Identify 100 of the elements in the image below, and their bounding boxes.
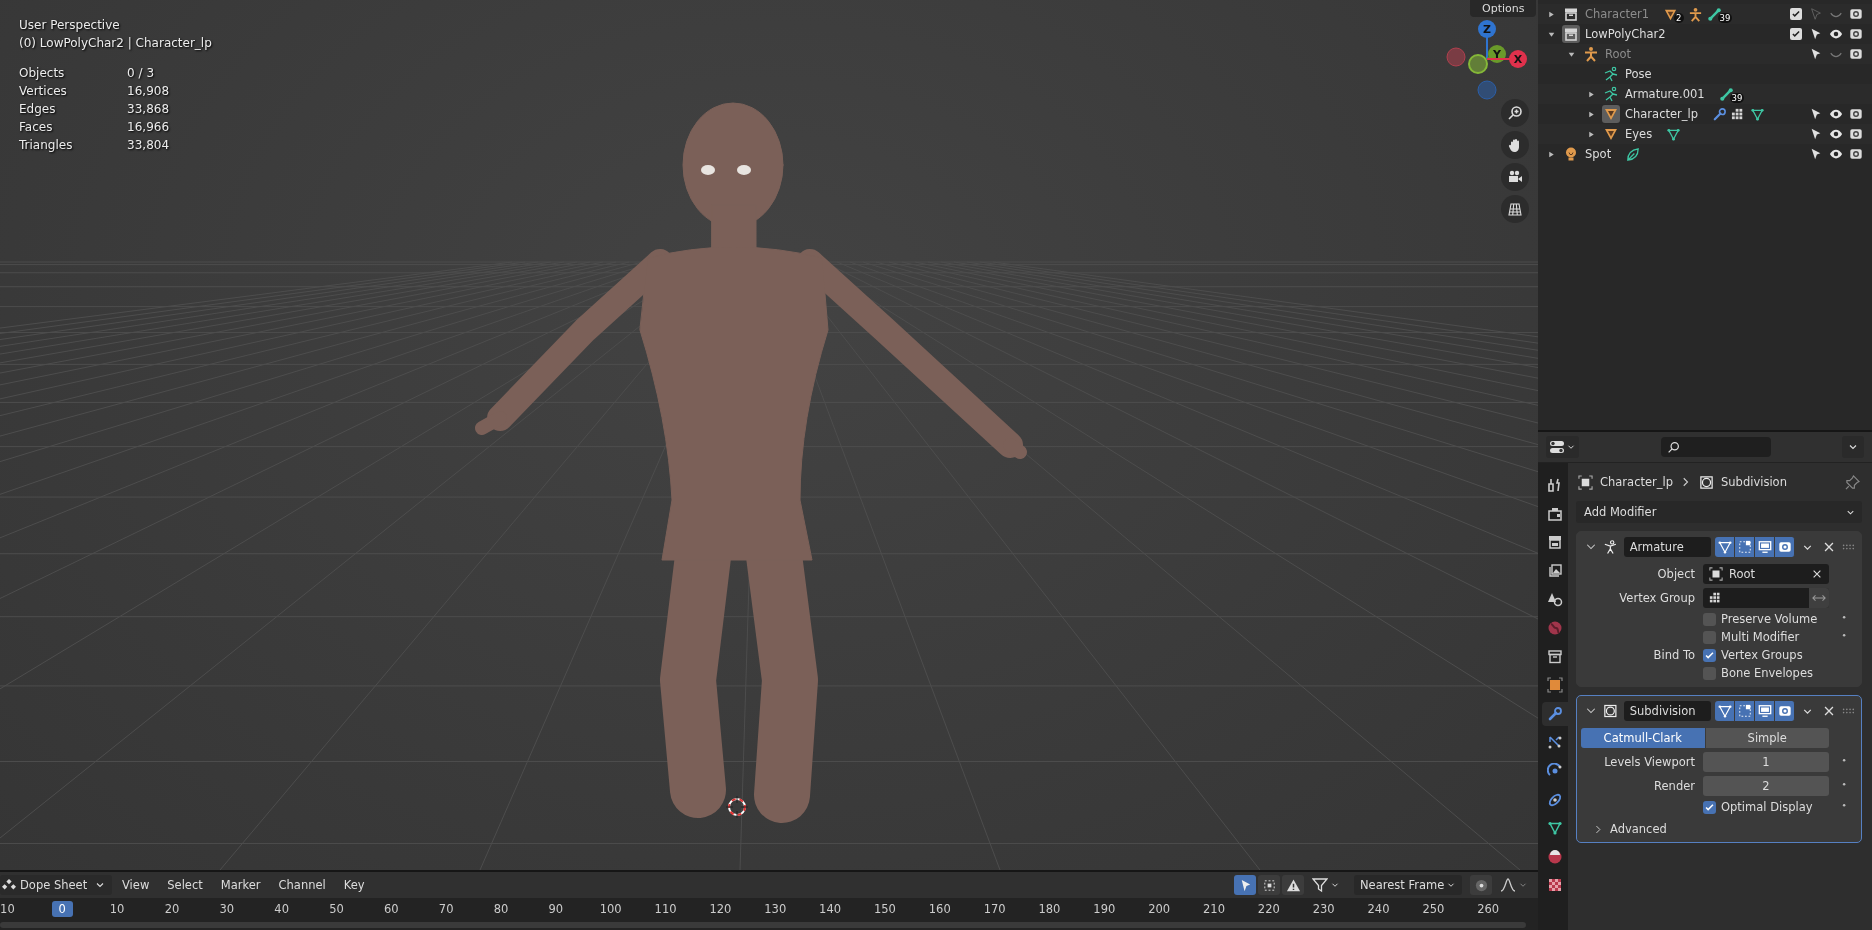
checkbox[interactable] xyxy=(1703,630,1716,644)
camera-icon[interactable] xyxy=(1849,27,1863,41)
camera-icon[interactable] xyxy=(1849,107,1863,121)
viewport-toggle[interactable] xyxy=(1755,537,1776,557)
checkbox[interactable] xyxy=(1790,28,1802,40)
on-cage-toggle[interactable] xyxy=(1715,537,1736,557)
camera-icon[interactable] xyxy=(1849,127,1863,141)
particles-icon xyxy=(1547,734,1563,751)
box-icon[interactable] xyxy=(1562,25,1580,43)
show-hidden-toggle[interactable] xyxy=(1258,875,1280,895)
eye-icon[interactable] xyxy=(1829,127,1843,141)
camera-icon[interactable] xyxy=(1849,47,1863,61)
subpanel-header[interactable]: Advanced xyxy=(1583,818,1667,836)
object-field[interactable]: Root xyxy=(1703,564,1829,584)
only-selected-toggle[interactable] xyxy=(1234,875,1256,895)
sphere-icon xyxy=(1547,848,1563,865)
proportional-edit-toggle[interactable] xyxy=(1470,875,1492,895)
triangle-outline-icon xyxy=(1750,106,1766,122)
segmented-option[interactable]: Simple xyxy=(1705,728,1829,748)
camera-icon[interactable] xyxy=(1849,7,1863,21)
viewport-toggle[interactable] xyxy=(1755,701,1776,721)
camera-view-button[interactable] xyxy=(1501,163,1529,191)
axis-handle[interactable]: Y xyxy=(1486,45,1506,63)
checker-icon xyxy=(1547,877,1563,894)
checkbox[interactable] xyxy=(1703,612,1716,626)
checkbox[interactable] xyxy=(1703,648,1716,662)
outliner-item-label[interactable]: Root xyxy=(1605,47,1632,61)
render-toggle[interactable] xyxy=(1775,701,1796,721)
outliner-item-label[interactable]: Eyes xyxy=(1625,127,1653,141)
segmented-option[interactable]: Catmull-Clark xyxy=(1581,728,1706,748)
edit-mode-toggle[interactable] xyxy=(1735,701,1756,721)
snap-dropdown[interactable]: Nearest Frame xyxy=(1354,875,1462,895)
checkbox[interactable] xyxy=(1703,800,1716,814)
checkbox-label[interactable]: Multi Modifier xyxy=(1721,630,1800,644)
render-toggle[interactable] xyxy=(1775,537,1796,557)
modifier-name-field[interactable]: Subdivision xyxy=(1623,701,1712,721)
diamond-keys-icon xyxy=(2,878,16,892)
3d-cursor-icon[interactable] xyxy=(725,795,749,819)
number-field[interactable]: 2 xyxy=(1703,776,1829,796)
frame-number: 10 xyxy=(108,901,126,917)
eye-icon[interactable] xyxy=(1829,107,1843,121)
frame-number: 50 xyxy=(328,901,345,917)
warning-icon xyxy=(1285,877,1301,893)
current-frame-indicator[interactable]: 0 xyxy=(51,901,73,917)
negative-axis-handle[interactable] xyxy=(1477,80,1497,100)
menu-item[interactable]: Channel xyxy=(270,875,334,895)
options-dropdown[interactable] xyxy=(1842,436,1864,458)
only-errors-toggle[interactable] xyxy=(1282,875,1304,895)
triangle-right-icon[interactable] xyxy=(1546,9,1556,19)
triangle-right-icon[interactable] xyxy=(1546,149,1556,159)
zoom-button[interactable] xyxy=(1501,99,1529,127)
frame-number: 20 xyxy=(163,901,181,917)
triangle-right-icon[interactable] xyxy=(1586,89,1596,99)
modifiers-tab[interactable] xyxy=(1542,701,1568,726)
add-modifier-dropdown[interactable]: Add Modifier xyxy=(1576,501,1862,523)
running-figure-icon[interactable] xyxy=(1602,65,1620,83)
perspective-toggle-button[interactable] xyxy=(1501,195,1529,223)
pin-button[interactable] xyxy=(1843,474,1862,490)
checkbox[interactable] xyxy=(1790,8,1802,20)
outliner-item-label[interactable]: Character1 xyxy=(1585,7,1650,21)
checkbox-label[interactable]: Vertex Groups xyxy=(1721,648,1803,662)
number-field[interactable]: 1 xyxy=(1703,752,1829,772)
checkbox-label[interactable]: Bone Envelopes xyxy=(1721,666,1813,680)
menu-item[interactable]: View xyxy=(114,875,158,895)
wrench-icon xyxy=(1712,106,1728,122)
eye-icon[interactable] xyxy=(1829,147,1843,161)
menu-item[interactable]: Marker xyxy=(212,875,269,895)
menu-item[interactable]: Select xyxy=(159,875,211,895)
pan-button[interactable] xyxy=(1501,131,1529,159)
edit-mode-toggle[interactable] xyxy=(1735,537,1756,557)
triangle-outline-icon xyxy=(1547,820,1563,837)
running-figure-icon[interactable] xyxy=(1602,85,1620,103)
outliner-item-label[interactable]: Pose xyxy=(1625,67,1652,81)
on-cage-toggle[interactable] xyxy=(1715,701,1736,721)
negative-axis-handle[interactable] xyxy=(1446,47,1466,67)
camera-icon[interactable] xyxy=(1849,147,1863,161)
checkmark-icon xyxy=(1704,649,1715,661)
modifier-name-field[interactable]: Armature xyxy=(1623,537,1712,557)
negative-axis-handle[interactable] xyxy=(1468,54,1488,74)
target-circle-icon xyxy=(1473,877,1489,893)
editor-type-dropdown[interactable]: Dope Sheet xyxy=(0,875,112,895)
menu-item[interactable]: Key xyxy=(335,875,373,895)
outliner-item-label[interactable]: Spot xyxy=(1585,147,1612,161)
outliner-item-label[interactable]: Armature.001 xyxy=(1625,87,1705,101)
triangle-right-icon[interactable] xyxy=(1586,109,1596,119)
options-button[interactable]: Options xyxy=(1470,0,1537,17)
stick-figure-icon[interactable] xyxy=(1582,45,1600,63)
dashed-square-icon xyxy=(1737,540,1752,554)
outliner-item-label[interactable]: LowPolyChar2 xyxy=(1585,27,1666,41)
eye-icon[interactable] xyxy=(1829,27,1843,41)
outliner-item-label[interactable]: Character_lp xyxy=(1625,107,1699,121)
checkbox-label[interactable]: Optimal Display xyxy=(1721,800,1813,814)
editor-type-button[interactable] xyxy=(1546,436,1579,458)
stat-value: 16,966 xyxy=(127,119,171,136)
viewport-info-text: (0) LowPolyChar2 | Character_lp xyxy=(19,35,212,52)
triangle-right-icon[interactable] xyxy=(1586,129,1596,139)
checkbox-label[interactable]: Preserve Volume xyxy=(1721,612,1818,626)
checkbox[interactable] xyxy=(1703,666,1716,680)
vertex-group-field[interactable] xyxy=(1703,588,1829,608)
search-field[interactable] xyxy=(1661,437,1771,457)
